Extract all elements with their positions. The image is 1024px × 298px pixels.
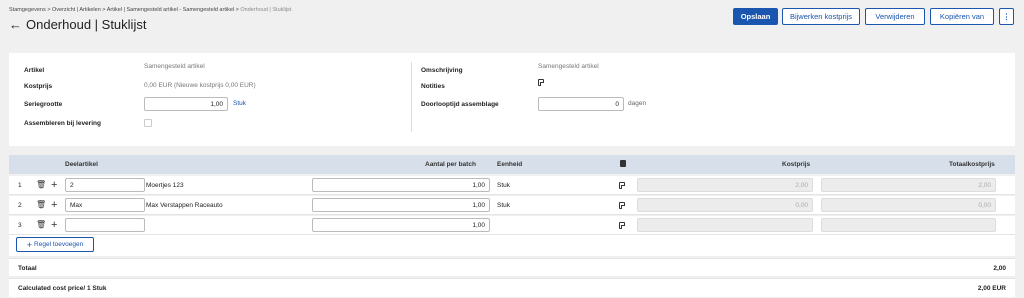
note-icon[interactable] xyxy=(619,182,625,189)
form-divider xyxy=(411,62,412,132)
more-options-button[interactable]: ⋮ xyxy=(999,8,1014,25)
plus-icon[interactable]: + xyxy=(51,200,57,211)
page-title: ← Onderhoud | Stuklijst xyxy=(9,17,146,32)
seriegrootte-unit-link[interactable]: Stuk xyxy=(233,100,246,107)
plus-icon[interactable]: + xyxy=(51,180,57,191)
note-icon[interactable] xyxy=(619,222,625,229)
breadcrumb[interactable]: Stamgegevens > Overzicht | Artikelen > A… xyxy=(9,7,291,13)
trash-icon[interactable]: 🗑 xyxy=(36,181,46,189)
copy-from-button[interactable]: Kopiëren van xyxy=(930,8,994,25)
total-cost-input: 2,00 xyxy=(821,178,996,192)
seriegrootte-label: Seriegrootte xyxy=(24,101,63,108)
trash-icon[interactable]: 🗑 xyxy=(36,201,46,209)
doorlooptijd-input[interactable]: 0 xyxy=(538,97,624,111)
qty-input[interactable]: 1,00 xyxy=(312,178,490,192)
add-line-button[interactable]: + Regel toevoegen xyxy=(16,237,94,252)
col-qty-header: Aantal per batch xyxy=(425,161,476,168)
row-number: 2 xyxy=(18,202,22,209)
qty-input[interactable]: 1,00 xyxy=(312,218,490,232)
row-number: 1 xyxy=(18,182,22,189)
row-number: 3 xyxy=(18,222,22,229)
calc-cost-value: 2,00 EUR xyxy=(977,285,1006,292)
part-code-input[interactable]: Max xyxy=(65,198,145,212)
breadcrumb-current: Onderhoud | Stuklijst xyxy=(240,7,292,13)
total-value: 2,00 xyxy=(993,265,1006,272)
add-line-label: Regel toevoegen xyxy=(34,241,84,248)
notities-label: Notities xyxy=(421,83,445,90)
part-description: Max Verstappen Raceauto xyxy=(146,202,223,209)
col-cost-header: Kostprijs xyxy=(782,161,811,168)
table-row: 2 🗑 + Max Max Verstappen Raceauto 1,00 S… xyxy=(9,196,1015,215)
omschrijving-value: Samengesteld artikel xyxy=(538,63,599,70)
seriegrootte-input[interactable]: 1,00 xyxy=(144,97,228,111)
cost-input xyxy=(637,218,813,232)
cost-input: 0,00 xyxy=(637,198,813,212)
notes-column-icon xyxy=(620,160,626,167)
total-label: Totaal xyxy=(18,265,37,272)
page-title-text: Onderhoud | Stuklijst xyxy=(26,17,147,32)
bom-table-header: Deelartikel Aantal per batch Eenheid Kos… xyxy=(9,155,1015,174)
back-arrow-icon[interactable]: ← xyxy=(9,17,22,32)
calc-cost-label: Calculated cost price/ 1 Stuk xyxy=(18,285,107,292)
delete-button[interactable]: Verwijderen xyxy=(865,8,925,25)
plus-icon: + xyxy=(26,239,33,250)
calc-cost-row: Calculated cost price/ 1 Stuk 2,00 EUR xyxy=(9,278,1015,297)
kostprijs-label: Kostprijs xyxy=(24,83,53,90)
kostprijs-value: 0,00 EUR (Nieuwe kostprijs 0,00 EUR) xyxy=(144,82,256,89)
total-row: Totaal 2,00 xyxy=(9,258,1015,276)
assembleren-label: Assembleren bij levering xyxy=(24,120,101,127)
doorlooptijd-unit: dagen xyxy=(628,100,647,107)
trash-icon[interactable]: 🗑 xyxy=(36,221,46,229)
unit-cell: Stuk xyxy=(497,182,511,189)
table-row: 1 🗑 + 2 Moertjes 123 1,00 Stuk 2,00 2,00 xyxy=(9,176,1015,195)
part-description: Moertjes 123 xyxy=(146,182,184,189)
save-button[interactable]: Opslaan xyxy=(733,8,778,25)
qty-input[interactable]: 1,00 xyxy=(312,198,490,212)
breadcrumb-path[interactable]: Stamgegevens > Overzicht | Artikelen > A… xyxy=(9,7,240,13)
omschrijving-label: Omschrijving xyxy=(421,67,463,74)
artikel-label: Artikel xyxy=(24,67,45,74)
part-code-input[interactable]: 2 xyxy=(65,178,145,192)
total-cost-input: 0,00 xyxy=(821,198,996,212)
col-unit-header: Eenheid xyxy=(497,161,523,168)
unit-cell: Stuk xyxy=(497,202,511,209)
plus-icon[interactable]: + xyxy=(51,220,57,231)
total-cost-input xyxy=(821,218,996,232)
note-icon[interactable] xyxy=(619,202,625,209)
update-cost-button[interactable]: Bijwerken kostprijs xyxy=(782,8,860,25)
note-icon[interactable] xyxy=(538,79,544,86)
table-row: 3 🗑 + 1,00 xyxy=(9,216,1015,235)
col-total-header: Totaalkostprijs xyxy=(949,161,995,168)
assembleren-checkbox[interactable] xyxy=(144,119,152,127)
part-code-input[interactable] xyxy=(65,218,145,232)
cost-input: 2,00 xyxy=(637,178,813,192)
doorlooptijd-label: Doorlooptijd assemblage xyxy=(421,101,499,108)
add-line-area xyxy=(9,235,1015,256)
artikel-value: Samengesteld artikel xyxy=(144,63,205,70)
col-part-header: Deelartikel xyxy=(65,161,98,168)
